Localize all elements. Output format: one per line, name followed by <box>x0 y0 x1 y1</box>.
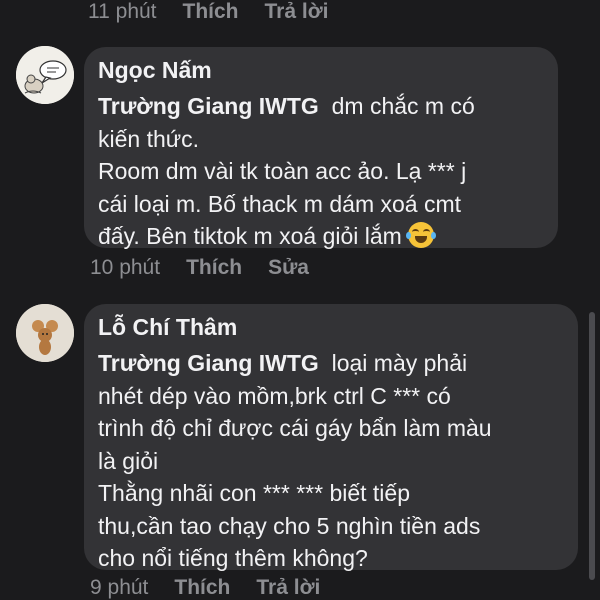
avatar[interactable] <box>16 304 74 362</box>
like-button[interactable]: Thích <box>174 576 230 600</box>
comment-text: Trường Giang IWTG dm chắc m có kiến thức… <box>98 90 544 253</box>
reply-button[interactable]: Trả lời <box>256 576 320 600</box>
mention-link[interactable]: Trường Giang IWTG <box>98 93 319 119</box>
like-button[interactable]: Thích <box>186 256 242 280</box>
comment-text: Trường Giang IWTG loại mày phải nhét dép… <box>98 347 564 575</box>
comment-time: 10 phút <box>90 256 161 279</box>
mention-link[interactable]: Trường Giang IWTG <box>98 350 319 376</box>
comment-actions: 9 phút Thích Trả lời <box>90 576 346 600</box>
avatar[interactable] <box>16 46 74 104</box>
comment-author[interactable]: Ngọc Nấm <box>98 56 544 84</box>
comment-time: 11 phút <box>88 0 157 23</box>
face-with-tears-of-joy-icon <box>406 222 437 248</box>
cartoon-avatar-icon <box>16 46 74 104</box>
comment-actions: 10 phút Thích Sửa <box>90 256 335 280</box>
comment-bubble: Ngọc Nấm Trường Giang IWTG dm chắc m có … <box>84 47 558 249</box>
mouse-avatar-icon <box>16 304 74 362</box>
like-button[interactable]: Thích <box>183 0 239 24</box>
comment-actions-top: 11 phút Thích Trả lời <box>88 0 354 24</box>
edit-button[interactable]: Sửa <box>268 256 309 280</box>
comment-author[interactable]: Lỗ Chí Thâm <box>98 313 564 341</box>
comment-time: 9 phút <box>90 576 149 599</box>
comment-body: loại mày phải nhét dép vào mồm,brk ctrl … <box>98 350 492 571</box>
comment-bubble: Lỗ Chí Thâm Trường Giang IWTG loại mày p… <box>84 304 578 571</box>
scrollbar[interactable] <box>589 312 595 580</box>
reply-button[interactable]: Trả lời <box>265 0 329 24</box>
